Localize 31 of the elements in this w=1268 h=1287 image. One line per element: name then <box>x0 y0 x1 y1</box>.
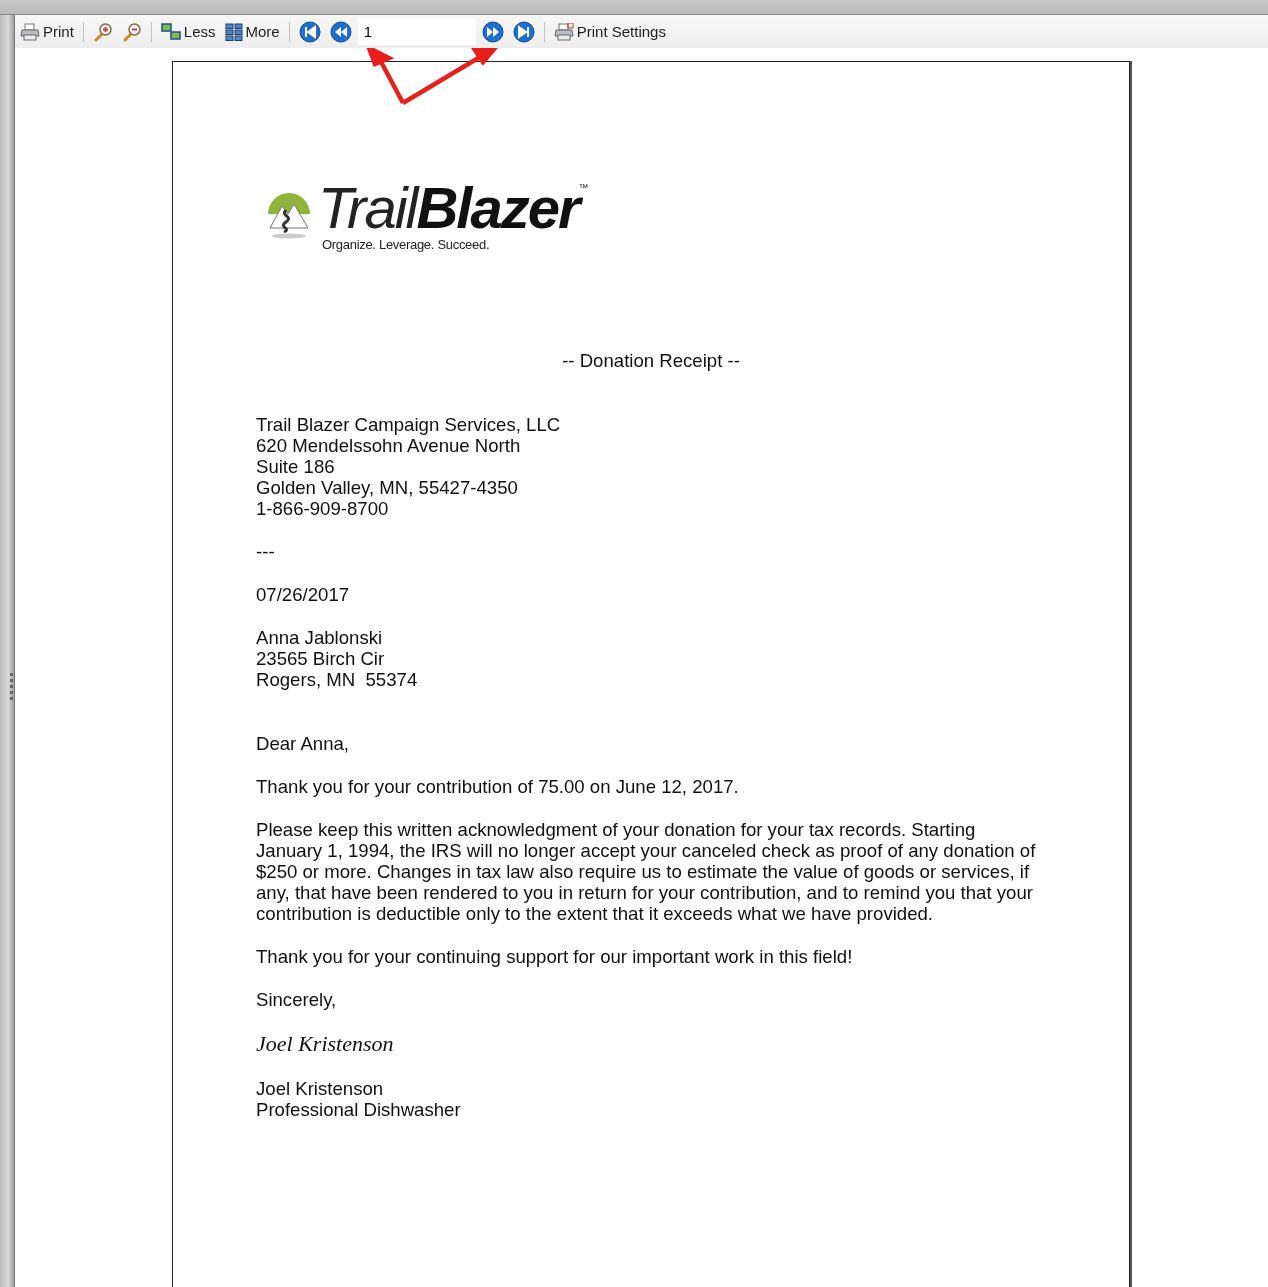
document-title: -- Donation Receipt -- <box>561 350 741 371</box>
letter-text: Thank you for your continuing support for our important work in this field! <box>256 946 853 967</box>
letter-text: Please keep this written acknowledgment of your donation for your tax records. Starting January 1, 1994, the IRS will no longer accept your canceled check as proof of any donation of $250 or more. Changes in tax law also require us to estimate the value of goods or services, if any, that have been rendered to you in return for your contribution, and to remind you that your contribution is deductible only to the extent that it exceeds what we have provided. <box>256 819 1036 924</box>
zoom-out-icon <box>121 21 142 42</box>
toolbar-button[interactable]: More <box>221 20 283 43</box>
letter-text: Sincerely, <box>256 989 337 1010</box>
toolbar-button[interactable]: Print Settings <box>550 20 669 43</box>
next-page-icon <box>481 20 504 43</box>
letter-text: Joel Kristenson Professional Dishwasher <box>256 1078 461 1120</box>
splitter-handle[interactable] <box>0 15 15 1287</box>
brand-tagline: Organize. Leverage. Succeed. <box>322 238 491 252</box>
toolbar-button[interactable]: Print <box>17 20 77 43</box>
grid-pages-icon <box>224 22 243 41</box>
printer-icon <box>20 22 40 41</box>
last-page-icon <box>512 20 535 43</box>
mountain-logo-icon <box>266 190 312 240</box>
address-text: Anna Jablonski 23565 Birch Cir Rogers, MN 55374 <box>256 627 418 690</box>
letter-text: Thank you for your contribution of 75.00 on June 12, 2017. <box>256 776 739 797</box>
first-page-icon <box>298 20 321 43</box>
two-pages-icon <box>160 22 181 41</box>
zoom-in-icon <box>92 21 113 42</box>
brand-wordmark: TrailBlazer$^{™}$ <box>318 178 587 238</box>
signature-text: Joel Kristenson <box>256 1031 394 1057</box>
address-text: Trail Blazer Campaign Services, LLC 620 Mendelssohn Avenue North Suite 186 Golden Valley, MN, 55427-4350 1-866-909-8700 <box>256 414 561 519</box>
page-number-field[interactable]: 1 <box>357 18 476 45</box>
letter-text: 07/26/2017 <box>256 584 350 605</box>
previous-page-icon <box>329 20 352 43</box>
printer-icon <box>553 22 574 41</box>
letter-text: --- <box>256 541 275 562</box>
salutation-text: Dear Anna, <box>256 733 350 754</box>
toolbar-button[interactable]: Less <box>157 20 219 43</box>
